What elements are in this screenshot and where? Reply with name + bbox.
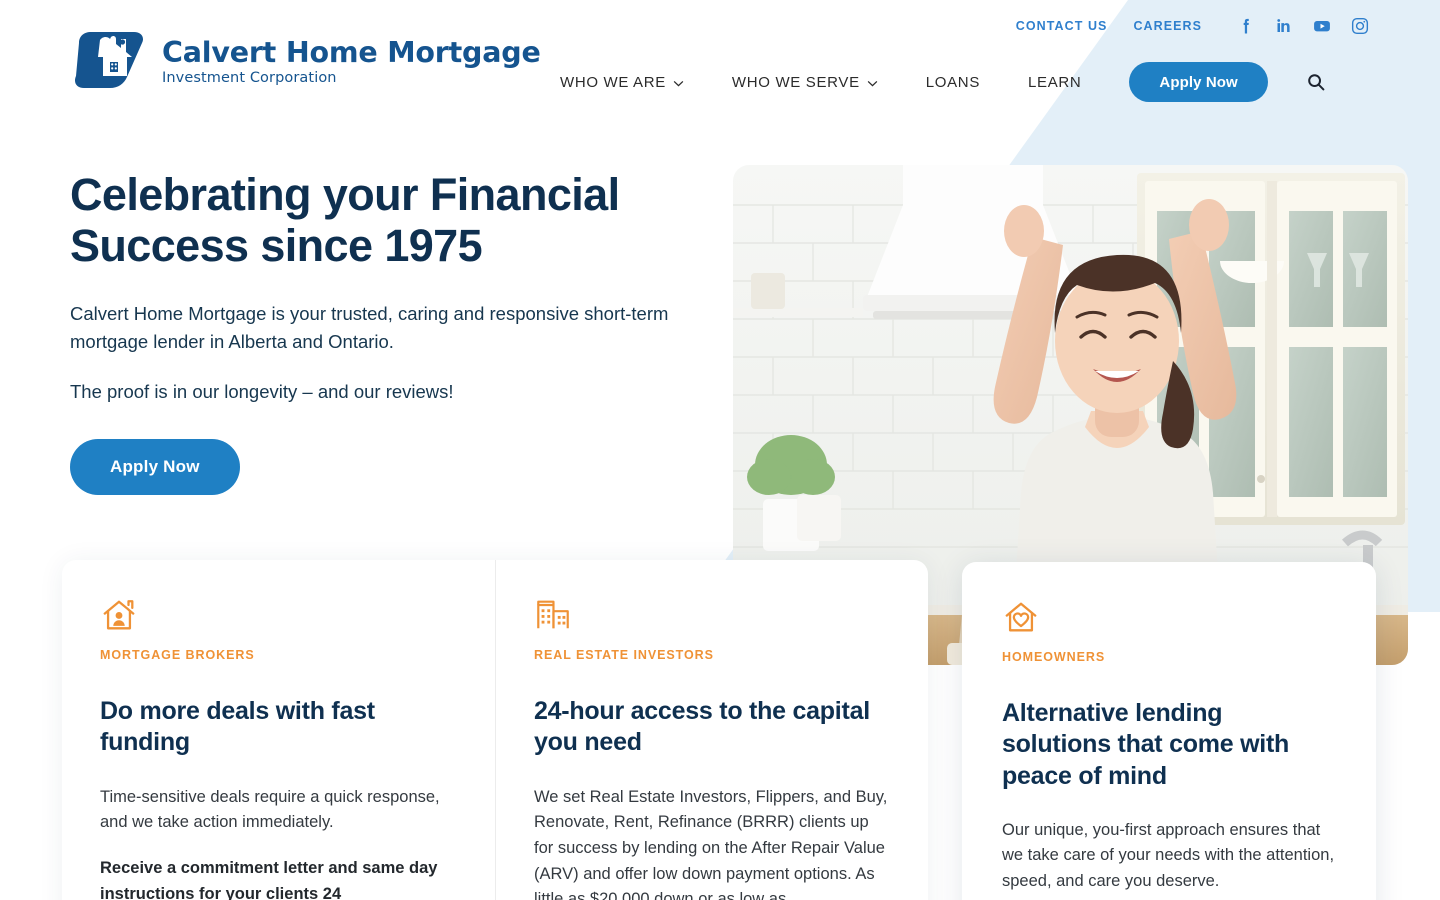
logo-subtitle: Investment Corporation (162, 70, 337, 86)
facebook-icon[interactable] (1236, 16, 1256, 36)
youtube-icon[interactable] (1312, 16, 1332, 36)
careers-link[interactable]: CAREERS (1133, 19, 1202, 33)
feature-card-real-estate-investors[interactable]: REAL ESTATE INVESTORS 24-hour access to … (495, 560, 928, 900)
top-utility-bar: CONTACT US CAREERS (990, 0, 1440, 52)
nav-label: WHO WE ARE (560, 73, 666, 91)
house-person-icon (103, 600, 135, 630)
main-navigation: WHO WE ARE WHO WE SERVE LOANS LEARN Appl… (560, 62, 1328, 102)
search-icon (1308, 74, 1325, 91)
office-buildings-icon (537, 600, 569, 629)
nav-label: LEARN (1028, 73, 1082, 91)
card-kicker: REAL ESTATE INVESTORS (534, 648, 714, 662)
nav-label: LOANS (925, 73, 980, 91)
page-root: CONTACT US CAREERS Calvert Home Mortgage… (0, 0, 1440, 900)
card-kicker: MORTGAGE BROKERS (100, 648, 255, 662)
chevron-down-icon (673, 80, 684, 86)
chevron-down-icon (867, 80, 878, 86)
hero-content: Celebrating your Financial Success since… (70, 169, 690, 496)
search-button[interactable] (1304, 70, 1328, 94)
feature-card-homeowners[interactable]: HOMEOWNERS Alternative lending solutions… (962, 562, 1376, 900)
nav-loans[interactable]: LOANS (926, 64, 980, 101)
card-body: We set Real Estate Investors, Flippers, … (534, 787, 888, 900)
card-kicker: HOMEOWNERS (1002, 650, 1106, 664)
card-body-emphasis: Receive a commitment letter and same day… (100, 858, 438, 900)
card-body: Time-sensitive deals require a quick res… (100, 787, 440, 832)
card-body: Our unique, you-first approach ensures t… (1002, 820, 1335, 891)
nav-who-we-serve[interactable]: WHO WE SERVE (732, 64, 878, 101)
hero-paragraph: Calvert Home Mortgage is your trusted, c… (70, 302, 669, 352)
card-heading: Do more deals with fast funding (100, 697, 375, 757)
nav-label: WHO WE SERVE (731, 73, 860, 91)
card-heading: 24-hour access to the capital you need (534, 697, 870, 757)
feature-card-panel: MORTGAGE BROKERS Do more deals with fast… (62, 560, 928, 900)
page-title: Celebrating your Financial Success since… (70, 169, 620, 271)
instagram-icon[interactable] (1350, 16, 1370, 36)
card-heading: Alternative lending solutions that come … (1002, 699, 1290, 790)
nav-learn[interactable]: LEARN (1028, 64, 1081, 101)
house-shield-logo-icon (70, 30, 148, 92)
hero-paragraph-secondary: The proof is in our longevity – and our … (70, 380, 454, 402)
logo-wordmark: Calvert Home Mortgage Investment Corpora… (162, 37, 541, 86)
house-heart-icon (1005, 602, 1037, 632)
linkedin-icon[interactable] (1274, 16, 1294, 36)
logo[interactable]: Calvert Home Mortgage Investment Corpora… (70, 30, 541, 92)
apply-now-hero-button[interactable]: Apply Now (70, 439, 240, 496)
feature-card-mortgage-brokers[interactable]: MORTGAGE BROKERS Do more deals with fast… (62, 560, 495, 900)
social-links (1236, 16, 1370, 36)
nav-who-we-are[interactable]: WHO WE ARE (560, 64, 684, 101)
logo-title: Calvert Home Mortgage (162, 35, 541, 69)
contact-us-link[interactable]: CONTACT US (1016, 19, 1108, 33)
apply-now-nav-button[interactable]: Apply Now (1129, 62, 1268, 102)
